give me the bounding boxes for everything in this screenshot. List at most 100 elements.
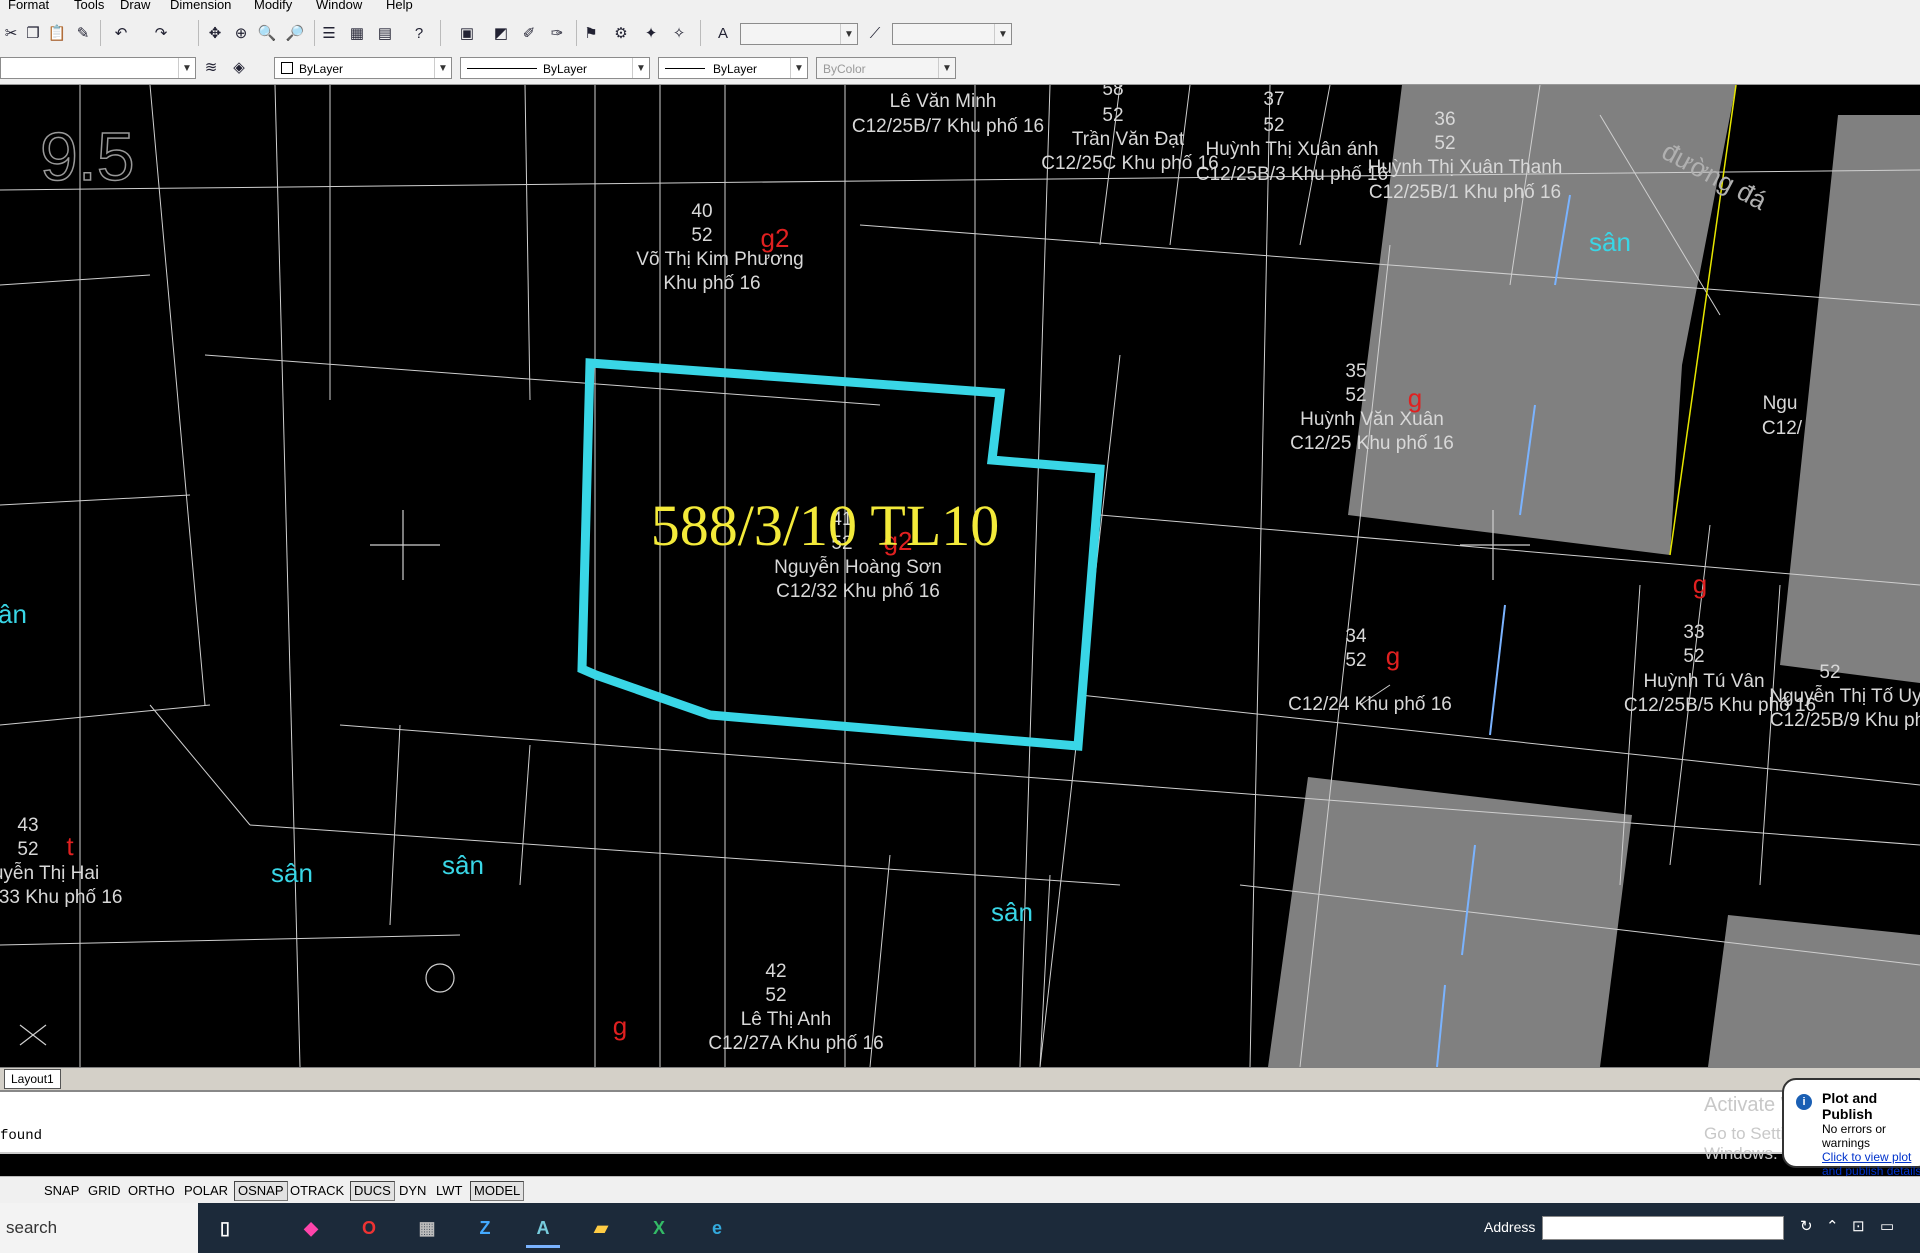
linetype-dropdown[interactable]: ByLayer ▼: [460, 57, 650, 79]
menu-modify[interactable]: Modify: [254, 0, 292, 12]
balloon-title: Plot and Publish: [1822, 1090, 1878, 1122]
parcel-owner-label: Nguyễn Hoàng Sơn: [774, 556, 942, 578]
display-icon[interactable]: ▭: [1880, 1217, 1894, 1235]
parcel-sheet-label: 52: [1434, 133, 1455, 154]
layer-states-icon[interactable]: ◈: [228, 56, 250, 78]
properties-icon[interactable]: ☰: [318, 22, 340, 44]
file-explorer-icon[interactable]: ▰: [584, 1211, 618, 1245]
markup-set-icon[interactable]: ✦: [640, 22, 662, 44]
match-properties-icon[interactable]: ✎: [72, 22, 94, 44]
copilot-icon[interactable]: ◆: [294, 1211, 328, 1245]
parcel-number-label: 58: [1102, 85, 1123, 100]
drawing-viewport[interactable]: 9.5 Lê Văn Minh C12/25B/7 Khu phố 16 58 …: [0, 85, 1920, 1067]
parcel-sheet-label: 52: [765, 985, 786, 1006]
yard-label: sân: [271, 858, 313, 888]
cut-icon[interactable]: ✂: [0, 22, 22, 44]
ducs-toggle[interactable]: DUCS: [350, 1181, 395, 1201]
balloon-message: No errors or warnings: [1822, 1122, 1887, 1150]
quick-calc-icon[interactable]: ✧: [668, 22, 690, 44]
calculator-app-icon[interactable]: ▦: [410, 1211, 444, 1245]
plot-publish-balloon[interactable]: i Plot and Publish No errors or warnings…: [1782, 1078, 1920, 1178]
status-bar: SNAP GRID ORTHO POLAR OSNAP OTRACK DUCS …: [0, 1176, 1920, 1203]
yard-label: sân: [1589, 227, 1631, 257]
menu-dimension[interactable]: Dimension: [170, 0, 231, 12]
model-toggle[interactable]: MODEL: [470, 1181, 525, 1201]
refresh-icon[interactable]: ↻: [1800, 1217, 1813, 1235]
menu-draw[interactable]: Draw: [120, 0, 150, 12]
land-use-code: g: [613, 1011, 627, 1041]
menu-window[interactable]: Window: [316, 0, 362, 12]
address-label: Address: [1484, 1219, 1536, 1235]
dyn-toggle[interactable]: DYN: [395, 1181, 430, 1201]
color-dropdown[interactable]: ByLayer ▼: [274, 57, 452, 79]
grid-toggle[interactable]: GRID: [84, 1181, 125, 1201]
tab-layout1[interactable]: Layout1: [4, 1069, 61, 1089]
parcel-address-label: C12/: [1762, 418, 1803, 439]
layer-dropdown[interactable]: ▼: [0, 57, 196, 79]
named-views-icon[interactable]: ▣: [456, 22, 478, 44]
command-line[interactable]: found: [0, 1090, 1920, 1154]
parcel-address-label: C12/32 Khu phố 16: [776, 581, 940, 602]
zoom-previous-icon[interactable]: 🔎: [284, 22, 306, 44]
parcel-sheet-label: 52: [1102, 105, 1123, 126]
taskbar-search[interactable]: search: [0, 1203, 198, 1253]
gray-road-area: [1268, 777, 1632, 1067]
dimension-style-dropdown[interactable]: ▼: [892, 23, 1012, 45]
paste-icon[interactable]: 📋: [46, 22, 68, 44]
polar-toggle[interactable]: POLAR: [180, 1181, 232, 1201]
parcel-sheet-label: 52: [691, 225, 712, 246]
edit-icon[interactable]: ✐: [518, 22, 540, 44]
copy-icon[interactable]: ❐: [22, 22, 44, 44]
snap-toggle[interactable]: SNAP: [40, 1181, 83, 1201]
network-icon[interactable]: ⊡: [1852, 1217, 1865, 1235]
menu-tools[interactable]: Tools: [74, 0, 104, 12]
lineweight-dropdown[interactable]: ByLayer ▼: [658, 57, 808, 79]
text-style-dropdown[interactable]: ▼: [740, 23, 858, 45]
text-style-icon[interactable]: A: [712, 22, 734, 44]
block-editor-icon[interactable]: ◩: [490, 22, 512, 44]
task-view-icon[interactable]: ▯: [208, 1211, 242, 1245]
osnap-toggle[interactable]: OSNAP: [234, 1181, 288, 1201]
redo-icon[interactable]: ↷: [150, 22, 172, 44]
pan-icon[interactable]: ✥: [204, 22, 226, 44]
parcel-address-label: C12/25 Khu phố 16: [1290, 433, 1454, 454]
balloon-link[interactable]: Click to view plot and publish details: [1822, 1150, 1920, 1178]
gray-yard-area-right: [1780, 115, 1920, 683]
dimension-style-icon[interactable]: ⟋: [864, 22, 886, 44]
info-icon: i: [1796, 1094, 1812, 1110]
ortho-toggle[interactable]: ORTHO: [124, 1181, 179, 1201]
help-icon[interactable]: ?: [408, 22, 430, 44]
chevron-up-icon[interactable]: ⌃: [1826, 1217, 1839, 1235]
design-center-icon[interactable]: ▦: [346, 22, 368, 44]
otrack-toggle[interactable]: OTRACK: [286, 1181, 348, 1201]
parcel-sheet-label: 52: [1345, 650, 1366, 671]
zalo-icon[interactable]: Z: [468, 1211, 502, 1245]
undo-icon[interactable]: ↶: [110, 22, 132, 44]
highlighted-parcel-label: 588/3/10 TL10: [651, 493, 1000, 558]
plotstyle-dropdown[interactable]: ByColor ▼: [816, 57, 956, 79]
parcel-sheet-label: 52: [17, 839, 38, 860]
layer-previous-icon[interactable]: ≋: [200, 56, 222, 78]
lwt-toggle[interactable]: LWT: [432, 1181, 466, 1201]
calculator-icon[interactable]: ⚙: [610, 22, 632, 44]
menu-format[interactable]: Format: [8, 0, 49, 12]
parcel-address-label: C12/24 Khu phố 16: [1288, 694, 1452, 715]
cad-drawing[interactable]: 9.5 Lê Văn Minh C12/25B/7 Khu phố 16 58 …: [0, 85, 1920, 1067]
command-history-text: found: [0, 1128, 43, 1144]
parcel-number-label: 34: [1345, 626, 1367, 647]
opera-icon[interactable]: O: [352, 1211, 386, 1245]
parcel-owner-label: Huỳnh Thị Xuân Thanh: [1368, 157, 1563, 178]
autocad-app-icon[interactable]: A: [526, 1211, 560, 1248]
zoom-window-icon[interactable]: 🔍: [256, 22, 278, 44]
address-input[interactable]: [1542, 1216, 1784, 1240]
excel-icon[interactable]: X: [642, 1211, 676, 1245]
contour-number-text: 9.5: [40, 119, 135, 195]
markup-icon[interactable]: ✑: [546, 22, 568, 44]
edge-icon[interactable]: e: [700, 1211, 734, 1245]
menu-help[interactable]: Help: [386, 0, 413, 12]
standard-toolbar: ✂ ❐ 📋 ✎ ↶ ↷ ✥ ⊕ 🔍 🔎 ☰ ▦ ▤ ? ▣ ◩ ✐ ✑ ⚑ ⚙ …: [0, 14, 1920, 53]
zoom-realtime-icon[interactable]: ⊕: [230, 22, 252, 44]
parcel-address-label: C12/25C Khu phố 16: [1041, 153, 1218, 174]
sheet-set-icon[interactable]: ⚑: [580, 22, 602, 44]
tool-palettes-icon[interactable]: ▤: [374, 22, 396, 44]
